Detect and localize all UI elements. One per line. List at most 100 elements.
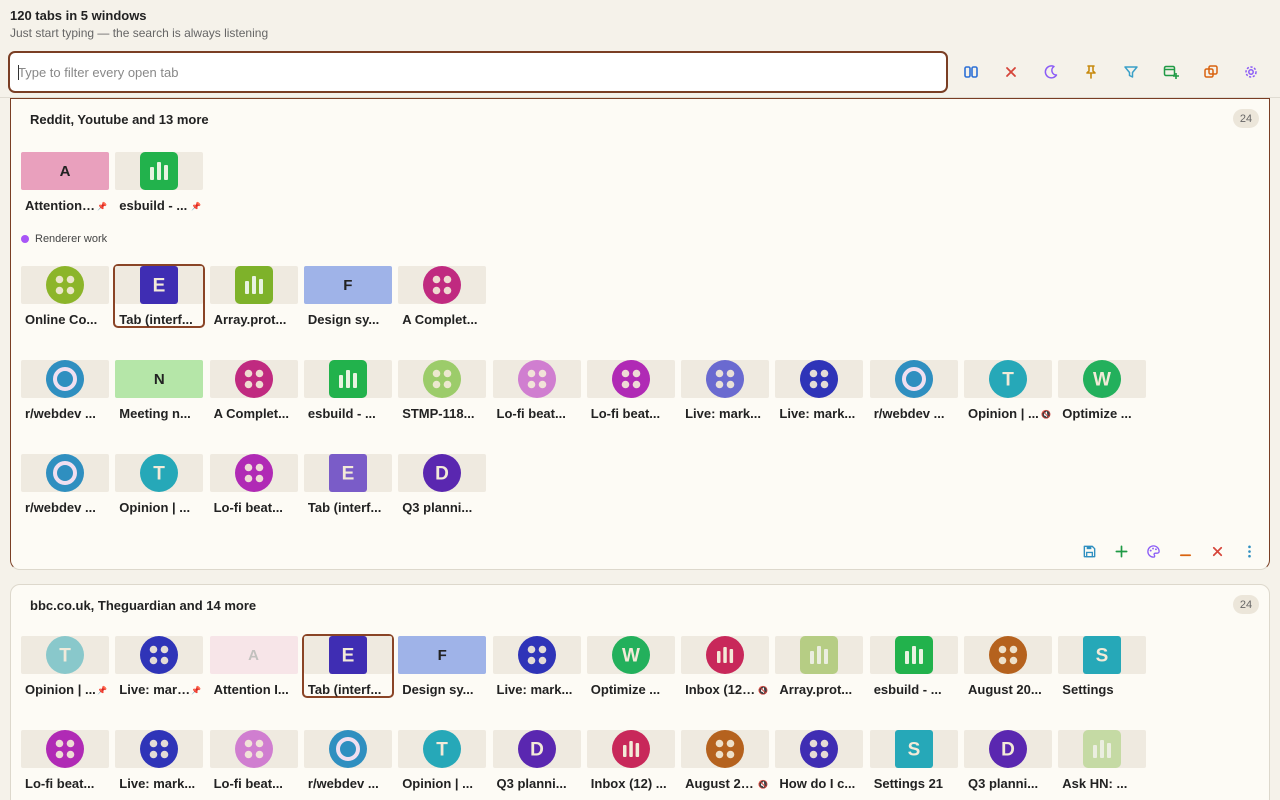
tab-tile[interactable]: T Opinion | ... xyxy=(115,454,204,518)
tab-tile[interactable]: Lo-fi beat... xyxy=(209,454,298,518)
minimize-button[interactable] xyxy=(1175,542,1195,560)
new-window-icon xyxy=(1163,65,1179,79)
tab-tile[interactable]: A Attention I... xyxy=(209,636,298,700)
favicon-ring-icon xyxy=(894,360,933,398)
tab-title: Ask HN: ... xyxy=(1062,776,1128,791)
tab-tile[interactable]: A Complet... xyxy=(398,266,487,330)
tab-title: August 20... xyxy=(685,776,758,791)
tab-tile[interactable]: August 20... 🔇 xyxy=(681,730,770,794)
svg-text:W: W xyxy=(622,646,640,667)
pin-icon: 📌 xyxy=(191,202,202,211)
tab-tile[interactable]: How do I c... xyxy=(775,730,864,794)
tab-title: August 20... xyxy=(968,682,1042,697)
tab-tile[interactable]: E Tab (interf... xyxy=(113,264,206,328)
tab-tile[interactable]: A Complet... xyxy=(209,360,298,424)
tab-tile[interactable]: Live: mark... 📌 xyxy=(115,636,204,700)
tab-tile[interactable]: Online Co... xyxy=(21,266,109,330)
moon-icon xyxy=(1044,65,1058,79)
tab-tile[interactable]: W Optimize ... xyxy=(586,636,675,700)
favicon-bars-icon xyxy=(234,266,273,304)
tab-tile[interactable]: August 20... xyxy=(964,636,1052,700)
tab-tile[interactable]: Inbox (12) ... xyxy=(586,730,675,794)
favicon-dots-icon xyxy=(423,266,462,304)
moon-button[interactable] xyxy=(1039,60,1063,84)
gear-button[interactable] xyxy=(1239,60,1263,84)
more-button[interactable] xyxy=(1239,542,1259,560)
window-card: bbc.co.uk, Theguardian and 14 more 24 TO… xyxy=(10,584,1270,800)
close-button[interactable] xyxy=(999,60,1023,84)
tab-title: Optimize ... xyxy=(590,682,661,697)
tab-tile[interactable]: esbuild - ... xyxy=(303,360,392,424)
tab-tile[interactable]: T Opinion | ... 📌 xyxy=(21,636,109,700)
tab-tile[interactable]: T Opinion | ... 🔇 xyxy=(964,360,1052,424)
tab-tile[interactable]: Ask HN: ... xyxy=(1058,730,1147,794)
tab-tile[interactable]: Array.prot... xyxy=(775,636,864,700)
muted-speaker-icon[interactable]: 🔇 xyxy=(1041,410,1051,420)
tab-tile[interactable]: Lo-fi beat... xyxy=(586,360,675,424)
muted-speaker-icon[interactable]: 🔇 xyxy=(758,780,768,790)
svg-text:E: E xyxy=(342,646,355,667)
tab-tile[interactable]: r/webdev ... xyxy=(303,730,392,794)
tab-tile[interactable]: Live: mark... xyxy=(681,360,770,424)
svg-text:D: D xyxy=(435,464,449,485)
tab-tile[interactable]: r/webdev ... xyxy=(21,454,109,518)
favicon-letter-icon: T xyxy=(423,730,462,768)
tab-group-label[interactable]: Renderer work xyxy=(21,233,107,245)
save-button[interactable] xyxy=(1079,542,1099,560)
tab-tile[interactable]: Lo-fi beat... xyxy=(209,730,298,794)
pin-icon: 📌 xyxy=(97,686,107,695)
pin-button[interactable] xyxy=(1079,60,1103,84)
tab-tile[interactable]: S Settings 21 xyxy=(869,730,958,794)
tab-title: Attention I... xyxy=(213,682,289,697)
tab-thumbnail: F xyxy=(303,266,392,304)
tab-tile[interactable]: D Q3 planni... xyxy=(398,454,487,518)
tab-tile[interactable]: T Opinion | ... xyxy=(398,730,487,794)
search-box[interactable] xyxy=(8,51,948,93)
palette-button[interactable] xyxy=(1143,542,1163,560)
tab-tile[interactable]: Live: mark... xyxy=(775,360,864,424)
svg-text:S: S xyxy=(907,740,920,761)
tab-tile[interactable]: W Optimize ... xyxy=(1058,360,1147,424)
favicon-letter-icon: T xyxy=(989,360,1027,398)
tab-tile[interactable]: r/webdev ... xyxy=(21,360,109,424)
tab-tile[interactable]: F Design sy... xyxy=(398,636,487,700)
tab-tile[interactable]: D Q3 planni... xyxy=(964,730,1052,794)
tab-tile[interactable]: Array.prot... xyxy=(209,266,298,330)
tab-tile[interactable]: Lo-fi beat... xyxy=(21,730,109,794)
favicon-dots-icon xyxy=(234,360,273,398)
svg-text:T: T xyxy=(436,740,448,761)
tab-title: Attention I... xyxy=(25,198,97,213)
tab-title: Lo-fi beat... xyxy=(496,406,566,421)
tab-tile[interactable]: Live: mark... xyxy=(115,730,204,794)
tab-tile[interactable]: Inbox (12) ... 🔇 xyxy=(681,636,770,700)
filter-button[interactable] xyxy=(1119,60,1143,84)
filter-icon xyxy=(1124,66,1138,78)
duplicate-button[interactable] xyxy=(1199,60,1223,84)
tab-tile[interactable]: Live: mark... xyxy=(492,636,581,700)
tab-tile[interactable]: A Attention I... 📌 xyxy=(21,152,109,216)
tab-tile[interactable]: STMP-118... xyxy=(398,360,487,424)
favicon-dots-icon xyxy=(611,360,650,398)
muted-speaker-icon[interactable]: 🔇 xyxy=(758,686,768,696)
new-window-button[interactable] xyxy=(1159,60,1183,84)
minimize-icon xyxy=(1179,553,1191,556)
favicon-letter-icon: T xyxy=(140,454,179,492)
tab-tile[interactable]: esbuild - ... xyxy=(869,636,958,700)
tab-tile[interactable]: E Tab (interf... xyxy=(303,454,392,518)
tab-tile[interactable]: F Design sy... xyxy=(303,266,392,330)
tab-tile[interactable]: D Q3 planni... xyxy=(492,730,581,794)
tab-tile[interactable]: E Tab (interf... xyxy=(301,634,394,698)
favicon-ring-icon xyxy=(46,360,84,398)
thumbnail-letter: F xyxy=(343,276,353,294)
tab-title: Lo-fi beat... xyxy=(213,500,283,515)
tab-tile[interactable]: S Settings xyxy=(1058,636,1147,700)
tab-tile[interactable]: r/webdev ... xyxy=(869,360,958,424)
plus-button[interactable] xyxy=(1111,542,1131,560)
split-view-button[interactable] xyxy=(959,60,983,84)
search-input[interactable] xyxy=(10,53,946,91)
close-button[interactable] xyxy=(1207,542,1227,560)
tab-tile[interactable]: esbuild - ... 📌 xyxy=(115,152,204,216)
tab-tile[interactable]: Lo-fi beat... xyxy=(492,360,581,424)
tab-tile[interactable]: N Meeting n... xyxy=(115,360,204,424)
favicon-bars-icon xyxy=(894,636,933,674)
